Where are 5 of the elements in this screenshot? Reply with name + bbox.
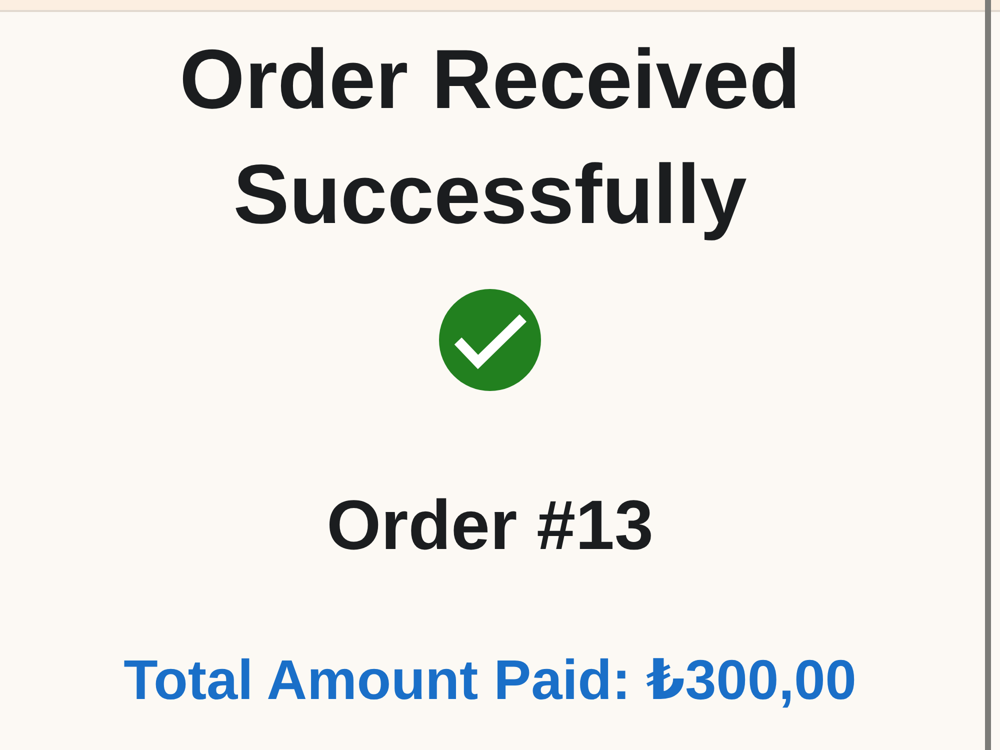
total-amount: Total Amount Paid: ₺300,00 (124, 647, 856, 713)
scrollbar[interactable] (985, 0, 991, 750)
success-check-icon (439, 289, 541, 391)
page-title: Order Received Successfully (178, 31, 802, 243)
order-number: Order #13 (326, 485, 654, 566)
